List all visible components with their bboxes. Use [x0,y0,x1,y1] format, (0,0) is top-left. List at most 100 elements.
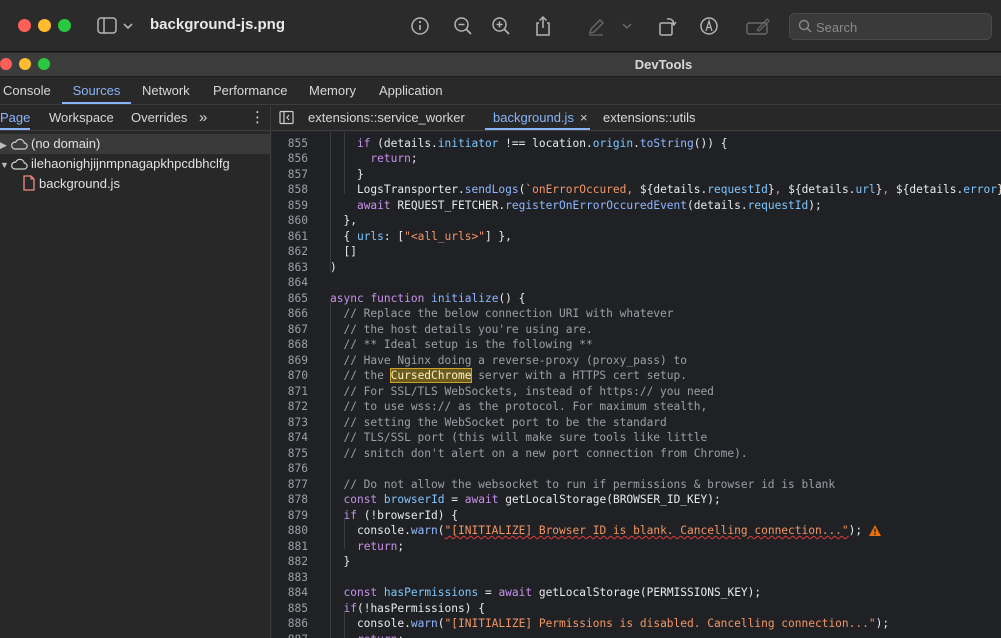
code-line[interactable]: 865 async function initialize() { [272,291,1001,307]
line-number[interactable]: 867 [272,322,308,338]
line-number[interactable]: 866 [272,306,308,322]
code-line[interactable]: 874 // TLS/SSL port (this will make sure… [272,430,1001,446]
code-line[interactable]: 862 [] [272,244,1001,260]
code-line[interactable]: 861 { urls: ["<all_urls>"] }, [272,229,1001,245]
line-number[interactable]: 883 [272,570,308,586]
tree-item-background-js[interactable]: background.js [22,174,120,194]
code-line[interactable]: 881 return; [272,539,1001,555]
editor-tab-background-js[interactable]: background.js × [485,106,590,130]
code-line[interactable]: 863) [272,260,1001,276]
code-line[interactable]: 882 } [272,554,1001,570]
line-number[interactable]: 885 [272,601,308,617]
tab-overrides[interactable]: Overrides [131,106,187,130]
minimize-window-button[interactable] [38,19,51,32]
markup-dropdown-button[interactable] [620,14,634,38]
code-line[interactable]: 878 const browserId = await getLocalStor… [272,492,1001,508]
line-number[interactable]: 868 [272,337,308,353]
editor-tab-extensions-utils[interactable]: extensions::utils [603,106,696,130]
tab-network[interactable]: Network [139,78,193,104]
code-line[interactable]: 871 // For SSL/TLS WebSockets, instead o… [272,384,1001,400]
code-line[interactable]: 856 return; [272,151,1001,167]
markup-button[interactable] [585,14,607,38]
tab-page[interactable]: Page [0,106,30,130]
tab-sources[interactable]: Sources [62,78,131,104]
code-line[interactable]: 880 console.warn("[INITIALIZE] Browser I… [272,523,1001,539]
share-button[interactable] [532,14,554,38]
line-number[interactable]: 880 [272,523,308,539]
line-number[interactable]: 873 [272,415,308,431]
line-number[interactable]: 859 [272,198,308,214]
tab-console[interactable]: Console [0,78,54,104]
line-number[interactable]: 877 [272,477,308,493]
code-line[interactable]: 858 LogsTransporter.sendLogs(`onErrorOcc… [272,182,1001,198]
code-line[interactable]: 867 // the host details you're using are… [272,322,1001,338]
zoom-out-button[interactable] [452,14,474,38]
code-editor[interactable]: 855 if (details.initiator !== location.o… [272,132,1001,638]
code-line[interactable]: 883 [272,570,1001,586]
toggle-navigator-button[interactable] [279,106,294,130]
code-line[interactable]: 886 console.warn("[INITIALIZE] Permissio… [272,616,1001,632]
line-number[interactable]: 856 [272,151,308,167]
search-input[interactable] [816,17,986,37]
tree-item-no-domain[interactable]: ▶ (no domain) [0,134,100,154]
line-number[interactable]: 874 [272,430,308,446]
code-line[interactable]: 873 // setting the WebSocket port to be … [272,415,1001,431]
line-number[interactable]: 875 [272,446,308,462]
line-number[interactable]: 857 [272,167,308,183]
line-number[interactable]: 876 [272,461,308,477]
line-number[interactable]: 881 [272,539,308,555]
line-number[interactable]: 887 [272,632,308,638]
editor-tab-service-worker[interactable]: extensions::service_worker [308,106,465,130]
code-line[interactable]: 864 [272,275,1001,291]
more-tabs-button[interactable]: » [199,106,207,130]
line-number[interactable]: 884 [272,585,308,601]
rotate-button[interactable] [656,14,678,38]
line-number[interactable]: 870 [272,368,308,384]
line-number[interactable]: 863 [272,260,308,276]
zoom-window-button[interactable] [58,19,71,32]
code-line[interactable]: 866 // Replace the below connection URI … [272,306,1001,322]
line-number[interactable]: 861 [272,229,308,245]
line-number[interactable]: 879 [272,508,308,524]
navigator-menu-button[interactable]: ⋮ [250,106,265,130]
close-tab-icon[interactable]: × [580,110,588,125]
line-number[interactable]: 855 [272,136,308,152]
search-field[interactable] [789,13,992,40]
code-line[interactable]: 870 // the CursedChrome server with a HT… [272,368,1001,384]
code-line[interactable]: 857 } [272,167,1001,183]
zoom-in-button[interactable] [490,14,512,38]
code-line[interactable]: 872 // to use wss:// as the protocol. Fo… [272,399,1001,415]
tab-application[interactable]: Application [376,78,446,104]
close-window-button[interactable] [18,19,31,32]
line-number[interactable]: 882 [272,554,308,570]
line-number[interactable]: 862 [272,244,308,260]
code-line[interactable]: 860 }, [272,213,1001,229]
sidebar-toggle-button[interactable] [97,14,137,38]
code-line[interactable]: 875 // snitch don't alert on a new port … [272,446,1001,462]
warning-icon[interactable] [868,524,882,537]
form-fill-button[interactable] [745,14,771,38]
code-line[interactable]: 855 if (details.initiator !== location.o… [272,136,1001,152]
code-line[interactable]: 884 const hasPermissions = await getLoca… [272,585,1001,601]
line-number[interactable]: 858 [272,182,308,198]
code-line[interactable]: 876 [272,461,1001,477]
line-number[interactable]: 864 [272,275,308,291]
code-line[interactable]: 885 if(!hasPermissions) { [272,601,1001,617]
tab-workspace[interactable]: Workspace [49,106,114,130]
line-number[interactable]: 869 [272,353,308,369]
tab-performance[interactable]: Performance [210,78,290,104]
code-line[interactable]: 868 // ** Ideal setup is the following *… [272,337,1001,353]
code-line[interactable]: 877 // Do not allow the websocket to run… [272,477,1001,493]
annotate-button[interactable] [698,14,720,38]
line-number[interactable]: 871 [272,384,308,400]
line-number[interactable]: 872 [272,399,308,415]
line-number[interactable]: 878 [272,492,308,508]
info-button[interactable] [409,14,431,38]
line-number[interactable]: 860 [272,213,308,229]
code-line[interactable]: 859 await REQUEST_FETCHER.registerOnErro… [272,198,1001,214]
line-number[interactable]: 886 [272,616,308,632]
code-line[interactable]: 887 return; [272,632,1001,638]
code-line[interactable]: 879 if (!browserId) { [272,508,1001,524]
line-number[interactable]: 865 [272,291,308,307]
tab-memory[interactable]: Memory [306,78,359,104]
